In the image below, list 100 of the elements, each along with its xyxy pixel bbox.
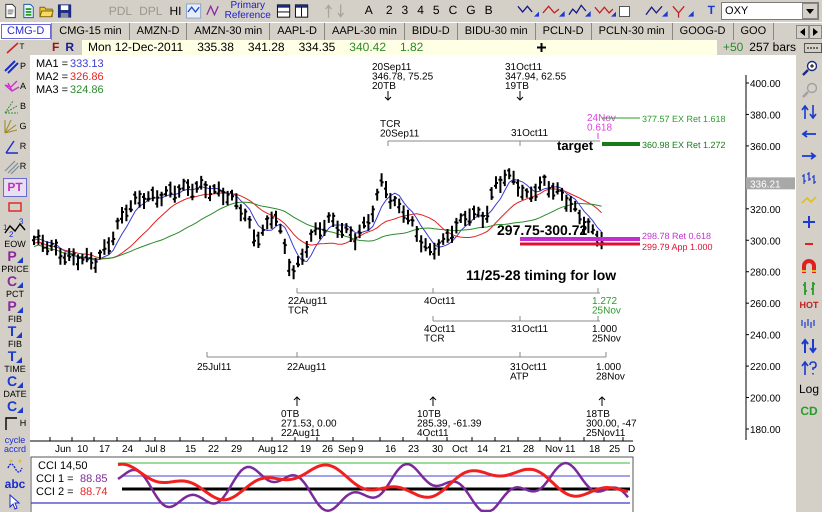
annotation-label: 22Aug11: [288, 296, 328, 307]
axis-label: 240.00: [750, 330, 781, 342]
tool-button[interactable]: B: [0, 97, 30, 116]
crosshair-icon: [537, 43, 546, 52]
tool-button[interactable]: R: [0, 137, 30, 157]
caret-icon: [806, 8, 814, 14]
tool-button[interactable]: abc: [0, 476, 30, 492]
letter-button[interactable]: 3: [398, 4, 412, 18]
tool-button[interactable]: FIB T: [0, 340, 30, 364]
letter-button[interactable]: 4: [414, 4, 427, 18]
window-icon[interactable]: [276, 3, 291, 19]
tool-button[interactable]: A: [0, 77, 30, 96]
tool-button[interactable]: FIB T: [0, 314, 30, 339]
ma-value: 324.86: [70, 84, 104, 96]
letter-button[interactable]: A: [362, 4, 376, 18]
letter-button[interactable]: G: [463, 4, 479, 18]
ma-value: 333.13: [70, 58, 104, 70]
axis-label: 19: [300, 444, 312, 455]
tool-button[interactable]: 1 2 3: [0, 218, 30, 239]
annotation-label: 20Sep11: [372, 62, 412, 73]
tool-button[interactable]: TIME C: [0, 364, 30, 388]
annotation-label: ATP: [510, 372, 529, 382]
tool-button[interactable]: R: [0, 158, 30, 177]
axis-label: 360.00: [750, 142, 781, 153]
arrow-down-icon: [516, 90, 524, 101]
tool-button[interactable]: G: [0, 117, 30, 136]
tool-button[interactable]: H: [0, 414, 30, 434]
zigzag-pattern-icon[interactable]: [568, 3, 591, 19]
save-icon[interactable]: [57, 3, 72, 19]
zigzag-icon[interactable]: [204, 3, 220, 19]
annotation-label: 1.000: [592, 324, 618, 335]
toolbar-button[interactable]: HOT: [796, 300, 822, 312]
corner-triangle-icon: [17, 282, 24, 288]
annotation-label: 20Sep11: [380, 128, 420, 140]
tool-button[interactable]: cycle accrd: [0, 434, 30, 456]
reference-button[interactable]: Primary Reference: [222, 1, 273, 21]
tool-button[interactable]: PRICE C: [0, 264, 30, 289]
corner-triangle-icon: [17, 382, 24, 388]
symbol-field[interactable]: OXY: [722, 4, 802, 18]
axis-label: 24: [122, 444, 134, 455]
flag-label: F: [52, 40, 60, 54]
pointer-icon: [7, 494, 23, 510]
dropdown-button[interactable]: [802, 3, 818, 19]
ma-label: MA3 =: [36, 84, 68, 96]
letter-button[interactable]: 5: [430, 4, 443, 18]
axis-label: D: [628, 444, 636, 455]
corner-triangle-icon: [16, 357, 22, 363]
symbol-combo-box[interactable]: OXY: [721, 2, 820, 20]
toolbar-button[interactable]: HI: [167, 5, 184, 17]
annotation-label: 20TB: [372, 81, 396, 92]
angle-icon: [4, 138, 20, 155]
letter-button[interactable]: 2: [382, 4, 396, 18]
tab[interactable]: CMG-D: [0, 23, 52, 40]
letter-button[interactable]: B: [482, 4, 496, 18]
axis-label: Sep: [338, 444, 356, 455]
axis-label: 10: [77, 444, 88, 455]
price-text: 335.38: [197, 40, 234, 54]
zigzag-pattern-icon[interactable]: [671, 3, 694, 19]
window-icon[interactable]: [294, 3, 310, 19]
zigzag-pattern-icon[interactable]: [516, 3, 540, 19]
text-tool-button[interactable]: T: [704, 4, 718, 18]
scroll-right-button[interactable]: [809, 24, 822, 38]
ma-label: MA1 =: [36, 58, 68, 70]
price-text: 334.35: [298, 40, 336, 54]
toolbar-button[interactable]: Log: [796, 380, 822, 400]
line-chart-icon[interactable]: [186, 3, 202, 19]
tool-button[interactable]: DATE C: [0, 389, 30, 414]
document-icon[interactable]: [3, 3, 18, 19]
bracket-icon: [4, 416, 20, 432]
bars-icon: [801, 170, 817, 186]
annotation-label: 10TB: [417, 409, 441, 420]
annotation-label: 271.53, 0.00: [281, 418, 337, 430]
zigzag-pattern-icon[interactable]: [645, 3, 668, 19]
trendline-icon: [6, 42, 20, 54]
plus-icon: [801, 214, 817, 230]
zigzag-pattern-icon[interactable]: [542, 3, 566, 19]
axis-label: 29: [231, 444, 242, 455]
tool-button[interactable]: P: [0, 57, 30, 76]
trendline-tool-button[interactable]: T: [0, 40, 30, 55]
tool-button[interactable]: PT: [3, 178, 27, 197]
price-text: 341.28: [248, 40, 285, 54]
indicator-value: 88.74: [80, 486, 108, 498]
panel-icon: [804, 42, 822, 52]
annotation-label: 31Oct11: [511, 128, 548, 139]
corner-triangle-icon: [16, 332, 22, 338]
annotation-label: 1.000: [596, 362, 622, 373]
document-icon[interactable]: [21, 3, 36, 19]
annotation-label: 4Oct11: [424, 324, 456, 335]
letter-button[interactable]: C: [446, 4, 460, 18]
checkbox[interactable]: [619, 6, 630, 16]
axis-label: 25: [609, 444, 620, 455]
axis-label: 8: [160, 444, 166, 455]
tool-button[interactable]: EOW P: [0, 240, 30, 264]
ma-label: MA2 =: [36, 71, 68, 83]
corner-triangle-icon: [17, 406, 24, 413]
triangle-left-icon: [800, 28, 805, 36]
scroll-left-button[interactable]: [796, 24, 809, 38]
tool-button[interactable]: PCT P: [0, 290, 30, 314]
indicator-label: CCI 2 =: [36, 486, 74, 498]
axis-label: 17: [99, 444, 110, 455]
